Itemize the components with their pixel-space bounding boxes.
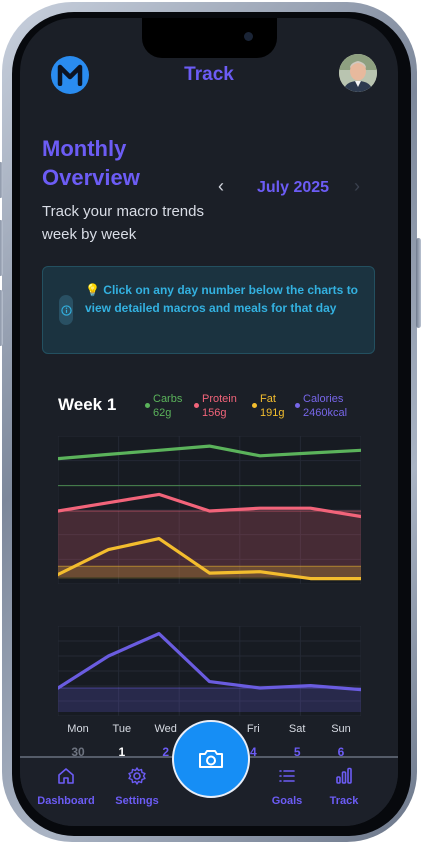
legend-value: 2460kcal	[303, 407, 348, 419]
lightbulb-icon: 💡	[85, 283, 100, 297]
mute-switch	[0, 162, 3, 198]
calories-chart[interactable]	[58, 626, 361, 716]
legend-dot	[295, 403, 300, 408]
legend-dot	[145, 403, 150, 408]
avatar-image	[339, 54, 377, 92]
month-label: July 2025	[257, 179, 330, 196]
next-month-button[interactable]: ›	[354, 176, 360, 197]
info-banner: 💡 Click on any day number below the char…	[42, 266, 375, 354]
legend-text: Fat 191g	[260, 392, 284, 420]
overview-title-line1: Monthly	[42, 136, 127, 161]
overview-title-line2: Overview	[42, 165, 140, 190]
legend-name: Protein	[202, 393, 237, 405]
nav-dashboard[interactable]: Dashboard	[31, 766, 101, 807]
day-label: Sat	[288, 723, 306, 735]
overview-subtitle: Track your macro trends week by week	[42, 200, 222, 246]
notch	[142, 18, 277, 58]
overview-subtitle-line1: Track your macro trends	[42, 203, 204, 220]
info-text: 💡 Click on any day number below the char…	[85, 281, 365, 317]
legend-dot	[252, 403, 257, 408]
day-tue[interactable]: Tue 1	[100, 723, 144, 759]
nav-settings-label: Settings	[115, 795, 159, 807]
info-icon	[59, 295, 73, 325]
legend-text: Protein 156g	[202, 392, 237, 420]
bar-chart-icon	[336, 767, 352, 784]
day-label: Tue	[112, 723, 132, 735]
overview-title: Monthly Overview	[42, 134, 182, 192]
legend-value: 156g	[202, 407, 227, 419]
day-mon[interactable]: Mon 30	[56, 723, 100, 759]
legend-value: 191g	[260, 407, 285, 419]
legend-name: Calories	[303, 393, 344, 405]
avatar[interactable]	[339, 54, 377, 92]
day-label: Mon	[67, 723, 89, 735]
macros-chart[interactable]	[58, 436, 361, 584]
legend-value: 62g	[153, 407, 172, 419]
day-sat[interactable]: Sat 5	[275, 723, 319, 759]
week-title: Week 1	[58, 395, 117, 414]
nav-track-label: Track	[329, 795, 359, 807]
info-circle-icon	[60, 304, 72, 316]
front-camera	[244, 32, 253, 41]
app-screen: Track Monthly Overview Track your macro …	[20, 18, 398, 826]
nav-dashboard-label: Dashboard	[37, 795, 95, 807]
legend-text: Carbs 62g	[153, 392, 182, 420]
legend-name: Carbs	[153, 393, 183, 405]
day-sun[interactable]: Sun 6	[319, 723, 363, 759]
info-message: Click on any day number below the charts…	[85, 283, 359, 315]
home-icon	[58, 768, 74, 784]
camera-icon	[199, 750, 223, 768]
power-button	[416, 238, 421, 328]
list-icon	[279, 770, 295, 782]
band-area	[58, 688, 361, 712]
prev-month-button[interactable]: ‹	[218, 176, 224, 197]
legend-text: Calories 2460kcal	[303, 392, 347, 420]
day-label: Sun	[331, 723, 351, 735]
legend-name: Fat	[260, 393, 276, 405]
volume-up-button	[0, 220, 3, 276]
volume-down-button	[0, 290, 3, 346]
nav-track[interactable]: Track	[309, 766, 379, 807]
nav-settings[interactable]: Settings	[102, 766, 172, 807]
overview-subtitle-line2: week by week	[42, 226, 137, 243]
gear-icon	[128, 767, 146, 785]
legend-dot	[194, 403, 199, 408]
camera-button[interactable]	[172, 720, 250, 798]
